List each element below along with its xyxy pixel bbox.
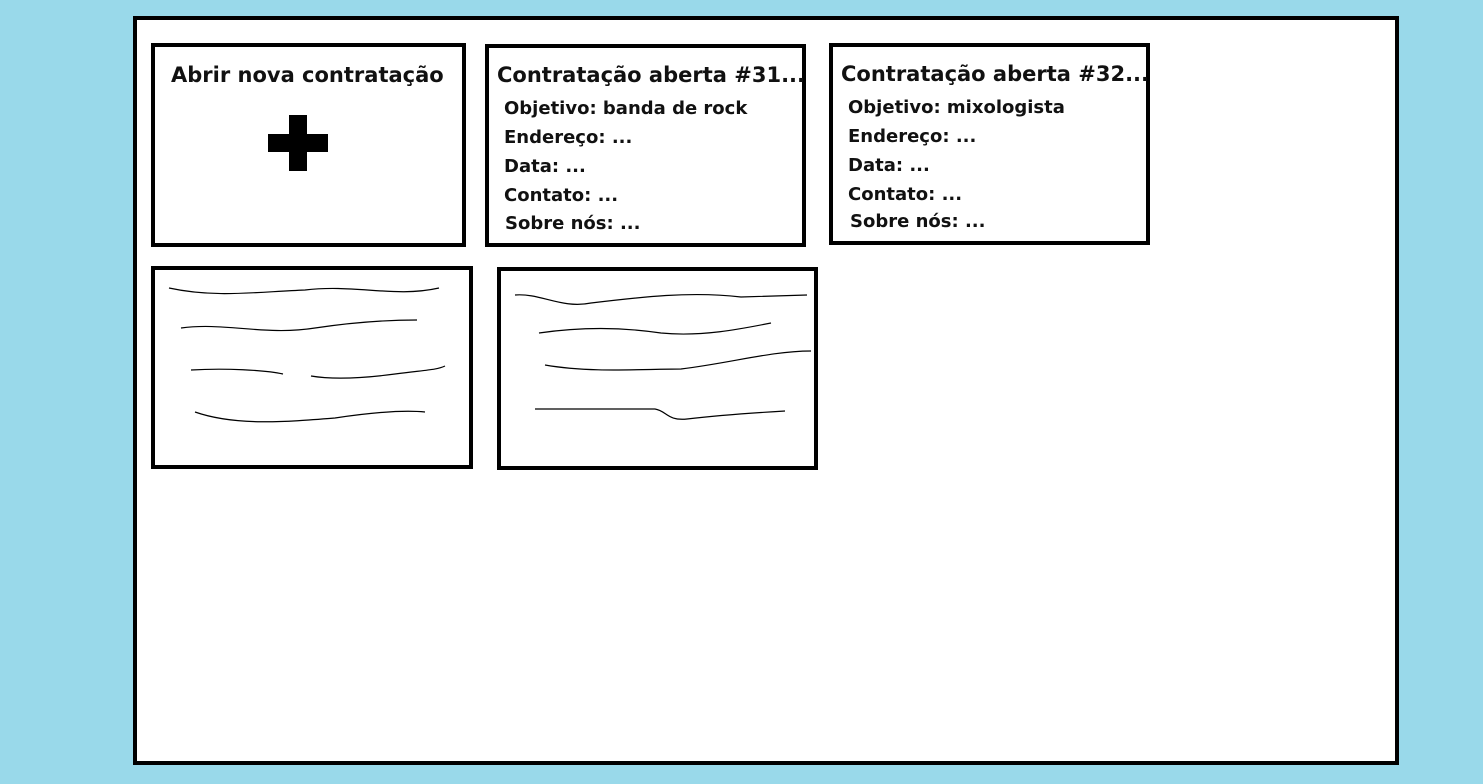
field-sobre-nos: Sobre nós: ... bbox=[505, 215, 640, 233]
scribble-line bbox=[168, 287, 440, 295]
field-label: Sobre nós: bbox=[505, 213, 614, 234]
scribble-line bbox=[190, 368, 284, 375]
open-contract-card-32[interactable]: Contratação aberta #32... Objetivo: mixo… bbox=[829, 43, 1150, 245]
field-label: Endereço: bbox=[504, 127, 606, 148]
field-value: ... bbox=[955, 126, 977, 147]
field-label: Contato: bbox=[848, 184, 936, 205]
field-value: banda de rock bbox=[602, 98, 748, 119]
scribble-lines bbox=[168, 287, 446, 423]
field-endereco: Endereço: ... bbox=[504, 129, 632, 147]
field-label: Data: bbox=[504, 156, 560, 177]
plus-icon[interactable] bbox=[268, 115, 328, 171]
new-contract-title: Abrir nova contratação bbox=[171, 63, 444, 87]
field-endereco: Endereço: ... bbox=[848, 128, 976, 146]
field-value: ... bbox=[941, 184, 963, 205]
draft-card[interactable] bbox=[497, 267, 818, 470]
new-contract-card[interactable]: Abrir nova contratação bbox=[151, 43, 466, 247]
scribble-line bbox=[544, 350, 812, 371]
field-value: ... bbox=[565, 156, 586, 177]
field-label: Objetivo: bbox=[848, 97, 941, 118]
field-label: Contato: bbox=[504, 185, 592, 206]
field-label: Objetivo: bbox=[504, 98, 597, 119]
field-label: Data: bbox=[848, 155, 904, 176]
field-data: Data: ... bbox=[504, 158, 586, 176]
open-contract-title: Contratação aberta #31... bbox=[497, 63, 805, 87]
open-contract-card-31[interactable]: Contratação aberta #31... Objetivo: band… bbox=[485, 44, 806, 247]
draft-card[interactable] bbox=[151, 266, 473, 469]
scribble-line bbox=[514, 293, 808, 305]
scribble-line bbox=[538, 322, 772, 335]
field-contato: Contato: ... bbox=[848, 186, 962, 204]
field-label: Sobre nós: bbox=[850, 211, 959, 232]
field-contato: Contato: ... bbox=[504, 187, 618, 205]
field-objetivo: Objetivo: mixologista bbox=[848, 99, 1065, 117]
open-contract-title: Contratação aberta #32... bbox=[841, 62, 1149, 86]
field-objetivo: Objetivo: banda de rock bbox=[504, 100, 747, 118]
field-sobre-nos: Sobre nós: ... bbox=[850, 213, 985, 231]
field-value: ... bbox=[611, 127, 633, 148]
field-value: ... bbox=[909, 155, 930, 176]
field-value: ... bbox=[964, 211, 986, 232]
field-value: mixologista bbox=[946, 97, 1065, 118]
scribble-line bbox=[535, 408, 786, 420]
scribble-line bbox=[194, 410, 426, 423]
scribble-lines bbox=[514, 293, 812, 420]
field-data: Data: ... bbox=[848, 157, 930, 175]
field-label: Endereço: bbox=[848, 126, 950, 147]
scribble-line bbox=[180, 319, 418, 332]
field-value: ... bbox=[619, 213, 641, 234]
field-value: ... bbox=[597, 185, 619, 206]
scribble-line bbox=[310, 365, 446, 379]
